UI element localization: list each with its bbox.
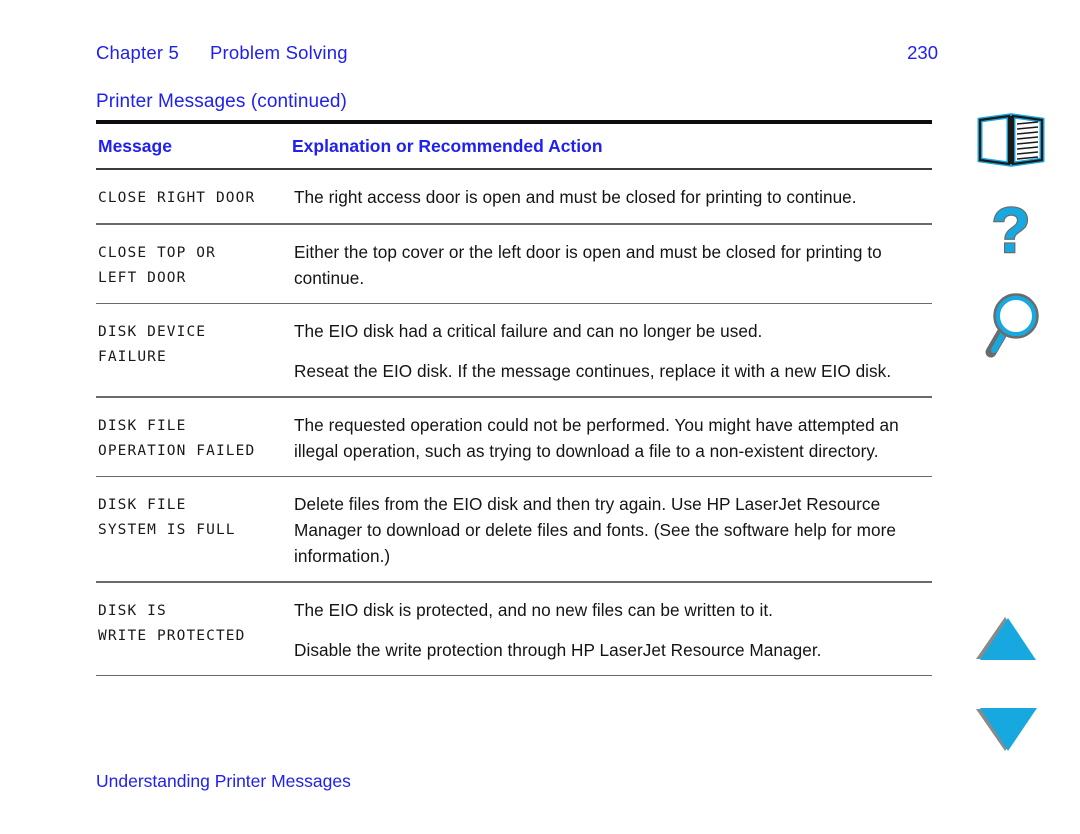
explanation-paragraph: The EIO disk had a critical failure and … [294,321,763,341]
triangle-down-icon[interactable] [975,706,1039,754]
cell-explanation: The EIO disk is protected, and no new fi… [292,597,932,663]
message-line: CLOSE RIGHT DOOR [98,190,256,206]
table-bottom-rule [96,674,932,676]
message-line: DISK DEVICE [98,324,207,340]
chapter-title: Problem Solving [210,42,348,63]
table-header-row: Message Explanation or Recommended Actio… [96,124,932,168]
message-line: LEFT DOOR [98,269,187,286]
navigation-sidebar: ? [955,0,1080,834]
column-header-explanation: Explanation or Recommended Action [292,136,603,156]
message-line: DISK FILE [98,497,187,513]
svg-text:?: ? [991,196,1030,266]
page-number: 230 [907,42,938,63]
column-header-message: Message [98,136,172,156]
printer-messages-table: Message Explanation or Recommended Actio… [96,120,932,676]
cell-message: CLOSE RIGHT DOOR [96,184,292,211]
explanation-paragraph: The EIO disk is protected, and no new fi… [294,599,774,620]
cell-message: DISK DEVICE FAILURE [96,318,292,370]
explanation-paragraph: The right access door is open and must b… [294,187,857,207]
message-line: OPERATION FAILED [98,442,256,459]
chapter-label: Chapter 5 [96,42,180,63]
table-row: CLOSE RIGHT DOOR The right access door i… [96,170,932,223]
table-row: CLOSE TOP OR LEFT DOOR Either the top co… [96,225,932,303]
message-line: SYSTEM IS FULL [98,522,236,538]
cell-explanation: Either the top cover or the left door is… [292,239,932,291]
cell-message: CLOSE TOP OR LEFT DOOR [96,239,292,291]
cell-explanation: The requested operation could not be per… [292,412,932,464]
explanation-paragraph: Disable the write protection through HP … [294,639,822,660]
cell-explanation: Delete files from the EIO disk and then … [292,491,932,569]
cell-message: DISK FILE SYSTEM IS FULL [96,491,292,543]
book-icon[interactable] [975,112,1047,170]
message-line: FAILURE [98,349,167,365]
explanation-paragraph: The requested operation could not be per… [294,414,899,461]
section-title: Printer Messages (continued) [96,91,347,112]
triangle-up-icon[interactable] [975,614,1039,662]
cell-message: DISK FILE OPERATION FAILED [96,412,292,464]
explanation-paragraph: Reseat the EIO disk. If the message cont… [294,361,892,381]
message-line: CLOSE TOP OR [98,244,216,261]
table-row: DISK FILE SYSTEM IS FULL Delete files fr… [96,477,932,581]
cell-explanation: The right access door is open and must b… [292,184,932,210]
magnifier-icon[interactable] [975,290,1047,362]
cell-message: DISK IS WRITE PROTECTED [96,597,292,649]
explanation-paragraph: Either the top cover or the left door is… [294,241,882,288]
question-mark-icon[interactable]: ? [975,196,1047,268]
document-page: Chapter 5 Problem Solving 230 Printer Me… [0,0,1080,834]
message-line: DISK FILE [98,417,187,434]
table-row: DISK FILE OPERATION FAILED The requested… [96,398,932,476]
explanation-paragraph: Delete files from the EIO disk and then … [294,494,896,566]
page-header: Chapter 5 Problem Solving 230 [96,42,940,70]
cell-explanation: The EIO disk had a critical failure and … [292,318,932,384]
table-row: DISK IS WRITE PROTECTED The EIO disk is … [96,583,932,675]
message-line: WRITE PROTECTED [98,627,246,644]
table-row: DISK DEVICE FAILURE The EIO disk had a c… [96,304,932,396]
message-line: DISK IS [98,602,167,619]
footer-link-understanding-printer-messages[interactable]: Understanding Printer Messages [96,771,351,792]
